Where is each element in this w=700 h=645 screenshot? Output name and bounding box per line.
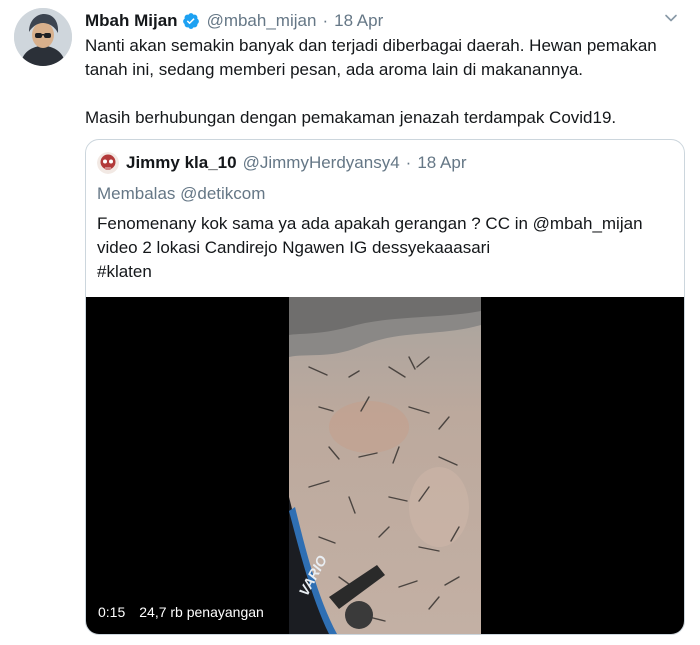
skull-avatar-icon [97,152,119,174]
quote-text: Fenomenany kok sama ya ada apakah gerang… [97,212,667,284]
chevron-down-icon[interactable] [664,11,678,25]
tweet-card[interactable]: Mbah Mijan @mbah_mijan · 18 Apr Nanti ak… [0,0,700,645]
quote-text-line[interactable]: #klaten [97,260,667,284]
video-frame: VARIO [289,297,481,634]
quote-header: Jimmy kla_10 @JimmyHerdyansy4 · 18 Apr [126,152,467,174]
quote-text-line: Fenomenany kok sama ya ada apakah gerang… [97,214,643,233]
video-overlay: 0:15 24,7 rb penayangan [98,604,264,620]
reply-to-label[interactable]: Membalas @detikcom [97,184,265,204]
tweet-text-paragraph: Nanti akan semakin banyak dan terjadi di… [85,36,657,79]
verified-badge-icon [182,12,200,30]
separator-dot: · [405,153,412,172]
quote-display-name[interactable]: Jimmy kla_10 [126,153,237,173]
avatar-image [14,8,72,66]
quote-handle[interactable]: @JimmyHerdyansy4 [243,153,400,173]
video-views: 24,7 rb penayangan [139,604,264,620]
tweet-header: Mbah Mijan @mbah_mijan · 18 Apr [85,9,383,33]
separator-dot: · [322,11,329,30]
display-name[interactable]: Mbah Mijan [85,11,178,31]
video-duration: 0:15 [98,604,126,620]
quoted-tweet[interactable]: Jimmy kla_10 @JimmyHerdyansy4 · 18 Apr M… [85,139,685,635]
quote-text-line: video 2 lokasi Candirejo Ngawen IG dessy… [97,238,491,257]
handle[interactable]: @mbah_mijan [207,11,317,31]
video-player[interactable]: VARIO 0:15 24,7 rb penayangan [86,297,684,634]
quote-avatar[interactable] [97,152,119,174]
quote-date[interactable]: 18 Apr [417,153,466,173]
avatar[interactable] [14,8,72,66]
tweet-date[interactable]: 18 Apr [334,11,383,31]
tweet-text-paragraph: Masih berhubungan dengan pemakaman jenaz… [85,108,617,127]
tweet-text: Nanti akan semakin banyak dan terjadi di… [85,34,685,130]
